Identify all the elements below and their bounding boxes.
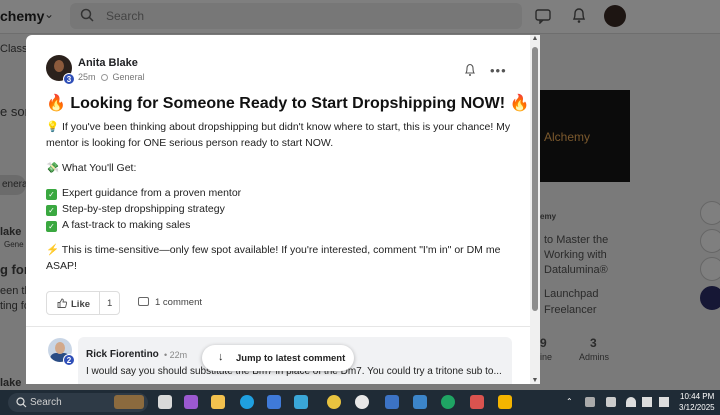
post-title: 🔥 Looking for Someone Ready to Start Dro…: [46, 95, 530, 112]
chrome-icon[interactable]: [327, 395, 341, 409]
arrow-down-icon: ↓: [218, 351, 224, 363]
scroll-down-arrow-icon[interactable]: ▼: [531, 377, 539, 384]
search-icon: [16, 397, 27, 408]
modal-scrollbar[interactable]: ▲ ▼: [530, 35, 540, 384]
search-highlight-icon[interactable]: [114, 395, 144, 409]
more-options-icon[interactable]: •••: [490, 63, 507, 78]
commenter-level-badge: 2: [63, 354, 75, 366]
battery-icon[interactable]: [659, 397, 669, 407]
divider: [99, 292, 100, 314]
benefit-item: ✓ A fast-track to making sales: [46, 217, 516, 233]
benefit-text: A fast-track to making sales: [62, 219, 191, 231]
comment-count-label: 1 comment: [155, 297, 202, 308]
benefit-text: Expert guidance from a proven mentor: [62, 187, 242, 199]
post-urgency: ⚡ This is time-sensitive—only few spot a…: [46, 244, 501, 272]
author-level-badge: 3: [63, 73, 75, 85]
edge-icon[interactable]: [240, 395, 254, 409]
commenter-name[interactable]: Rick Fiorentino: [86, 349, 159, 360]
snipping-tool-icon[interactable]: [470, 395, 484, 409]
divider: [26, 326, 540, 327]
jump-to-latest-comment-button[interactable]: ↓ Jump to latest comment: [202, 345, 354, 371]
checkmark-icon: ✓: [46, 189, 57, 200]
scrollbar-thumb[interactable]: [532, 47, 538, 311]
post-modal: 3 Anita Blake 25m General ••• 🔥 Looking …: [26, 35, 540, 384]
grammarly-icon[interactable]: [441, 395, 455, 409]
post-section-heading: 💸 What You'll Get:: [46, 162, 137, 174]
taskbar: Search ⌃ 10:44 PM 3/12/2025: [0, 390, 720, 415]
google-drive-icon[interactable]: [498, 395, 512, 409]
follow-bell-icon[interactable]: [464, 63, 476, 77]
scroll-up-arrow-icon[interactable]: ▲: [531, 35, 539, 42]
cloud-icon[interactable]: [585, 397, 595, 407]
like-button[interactable]: Like: [57, 298, 90, 310]
benefit-item: ✓ Step-by-step dropshipping strategy: [46, 201, 516, 217]
wifi-icon[interactable]: [626, 397, 636, 407]
post-category[interactable]: General: [113, 72, 145, 82]
jump-label: Jump to latest comment: [236, 353, 346, 364]
mail-icon[interactable]: [385, 395, 399, 409]
like-count[interactable]: 1: [107, 298, 112, 309]
copilot-app-icon[interactable]: [184, 395, 198, 409]
like-label: Like: [71, 299, 91, 310]
benefit-item: ✓ Expert guidance from a proven mentor: [46, 185, 516, 201]
post-time: 25m: [78, 72, 96, 82]
benefit-list: ✓ Expert guidance from a proven mentor ✓ S…: [46, 185, 516, 233]
volume-icon[interactable]: [642, 397, 652, 407]
weather-icon[interactable]: [294, 395, 308, 409]
tray-chevron-icon[interactable]: ⌃: [566, 397, 573, 406]
category-icon: [101, 74, 109, 81]
post-meta: 25m General: [78, 72, 145, 82]
comment-icon: [138, 297, 149, 306]
clock-date[interactable]: 3/12/2025: [679, 403, 715, 412]
notes-icon[interactable]: [413, 395, 427, 409]
checkmark-icon: ✓: [46, 221, 57, 232]
comment-count-button[interactable]: 1 comment: [138, 297, 202, 308]
post-intro: 💡 If you've been thinking about dropship…: [46, 121, 511, 149]
store-icon[interactable]: [267, 395, 281, 409]
media-player-icon[interactable]: [355, 395, 369, 409]
taskbar-search-label: Search: [30, 397, 62, 408]
thumbs-up-icon: [57, 298, 67, 308]
comment-time: • 22m: [164, 350, 188, 360]
file-explorer-icon[interactable]: [211, 395, 225, 409]
checkmark-icon: ✓: [46, 205, 57, 216]
like-control: Like 1: [46, 291, 120, 315]
author-name[interactable]: Anita Blake: [78, 57, 138, 69]
clock-time[interactable]: 10:44 PM: [680, 392, 714, 401]
task-view-icon[interactable]: [158, 395, 172, 409]
bluetooth-icon[interactable]: [606, 397, 616, 407]
benefit-text: Step-by-step dropshipping strategy: [62, 203, 225, 215]
